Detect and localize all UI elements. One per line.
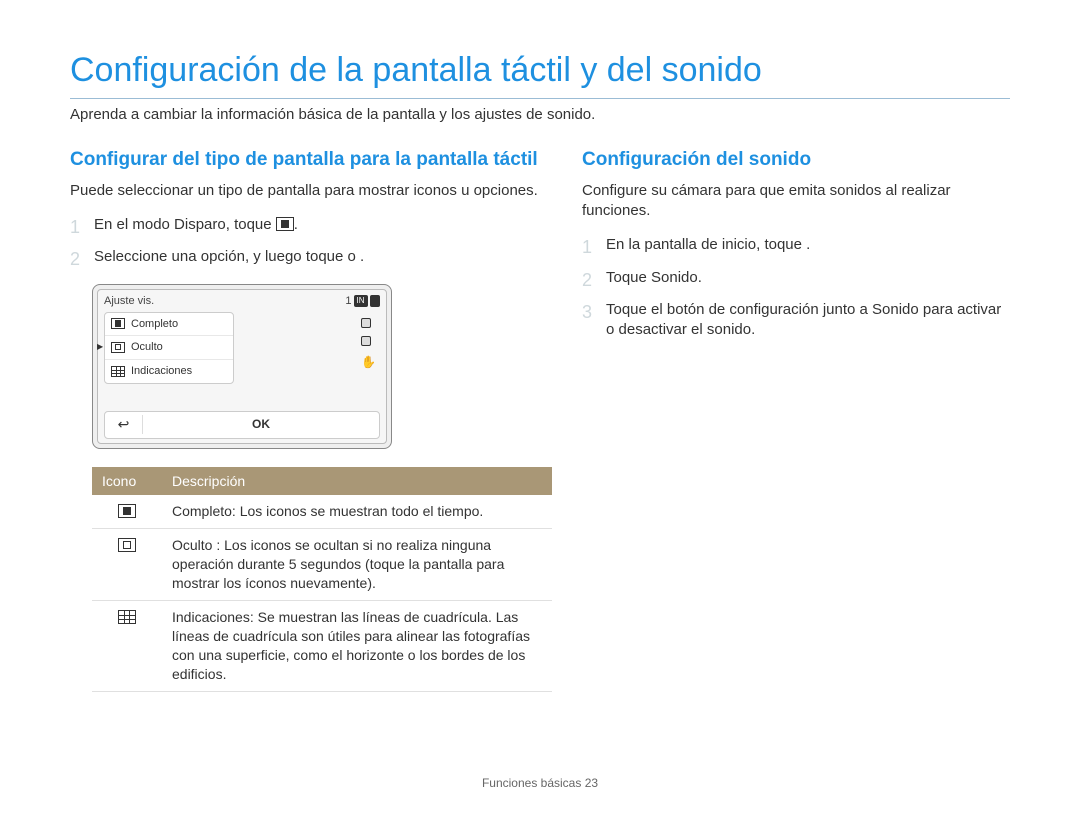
footer: Funciones básicas 23: [0, 775, 1080, 791]
right-step-2: Toque Sonido.: [582, 268, 1010, 288]
cam-option-list: Completo Oculto Indicaciones: [104, 312, 234, 385]
right-desc: Conﬁgure su cámara para que emita sonido…: [582, 181, 1010, 222]
left-desc: Puede seleccionar un tipo de pantalla pa…: [70, 181, 552, 201]
cam-item-indicaciones[interactable]: Indicaciones: [105, 360, 233, 383]
indicaciones-icon: [111, 366, 125, 377]
cam-item-completo[interactable]: Completo: [105, 313, 233, 337]
menu-display-icon: [276, 217, 294, 231]
cam-badge-in: IN: [354, 295, 368, 308]
oculto-icon: [111, 342, 125, 353]
th-desc: Descripción: [162, 467, 552, 496]
camera-screen-mock: Ajuste vis. 1 IN Completo: [92, 284, 392, 449]
left-step-2: Seleccione una opción, y luego toque o .: [70, 247, 552, 267]
cam-badge-bat-icon: [370, 295, 380, 308]
cam-side-icon: [361, 318, 371, 328]
completo-icon: [118, 504, 136, 518]
left-step-1: En el modo Disparo, toque .: [70, 215, 552, 235]
oculto-icon: [118, 538, 136, 552]
completo-icon: [111, 318, 125, 329]
intro-text: Aprenda a cambiar la información básica …: [70, 105, 1010, 125]
right-step-3: Toque el botón de conﬁguración junto a S…: [582, 300, 1010, 341]
cam-top-label: Ajuste vis.: [104, 294, 154, 309]
left-subhead: Conﬁgurar del tipo de pantalla para la p…: [70, 147, 552, 173]
cam-count: 1: [345, 294, 351, 309]
th-icono: Icono: [92, 467, 162, 496]
cam-side-icon: [361, 336, 371, 346]
ok-button[interactable]: OK: [143, 416, 379, 432]
back-button[interactable]: ↩: [105, 415, 143, 434]
table-row: Oculto : Los iconos se ocultan si no rea…: [92, 529, 552, 601]
right-subhead: Conﬁguración del sonido: [582, 147, 1010, 173]
table-row: Completo: Los iconos se muestran todo el…: [92, 495, 552, 528]
page-title: Conﬁguración de la pantalla táctil y del…: [70, 48, 1010, 99]
cam-item-oculto[interactable]: Oculto: [105, 336, 233, 360]
cam-hand-icon: ✋: [361, 354, 376, 370]
indicaciones-icon: [118, 610, 136, 624]
right-step-1: En la pantalla de inicio, toque .: [582, 235, 1010, 255]
table-row: Indicaciones: Se muestran las líneas de …: [92, 600, 552, 691]
icon-description-table: Icono Descripción Completo: Los iconos s…: [92, 467, 552, 692]
